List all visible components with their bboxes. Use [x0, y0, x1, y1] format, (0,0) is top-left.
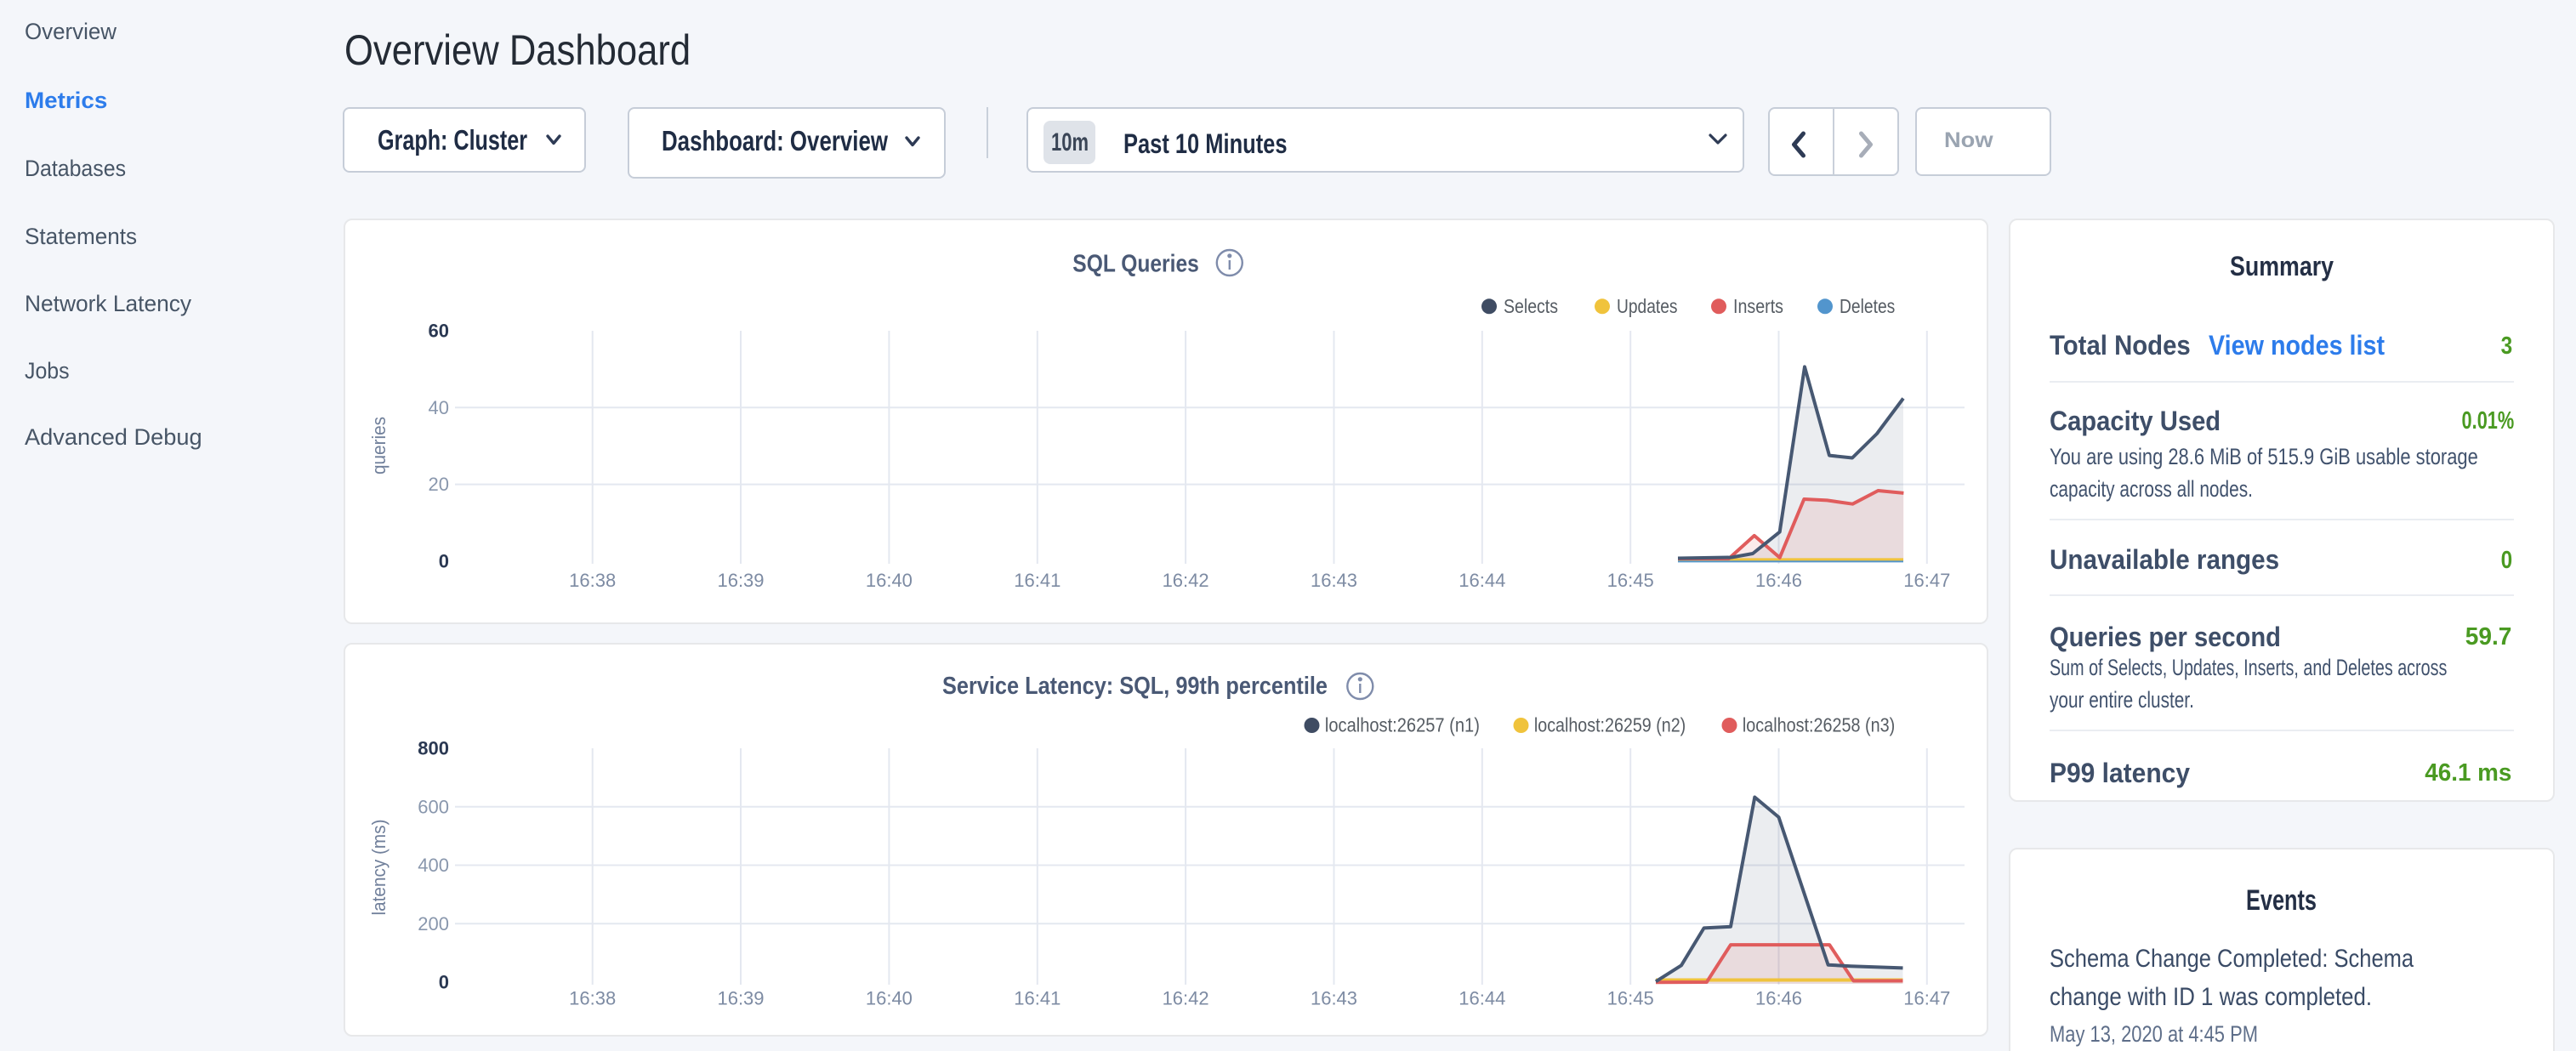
- svg-text:16:45: 16:45: [1607, 570, 1654, 591]
- svg-text:200: 200: [418, 913, 449, 935]
- svg-text:0: 0: [439, 551, 449, 572]
- svg-text:16:38: 16:38: [569, 987, 616, 1008]
- svg-text:Inserts: Inserts: [1733, 295, 1783, 317]
- svg-text:queries: queries: [368, 417, 390, 474]
- svg-text:localhost:26257 (n1): localhost:26257 (n1): [1325, 714, 1480, 736]
- svg-text:16:42: 16:42: [1163, 570, 1209, 591]
- svg-text:600: 600: [418, 796, 449, 817]
- svg-text:16:43: 16:43: [1311, 987, 1357, 1008]
- svg-text:16:44: 16:44: [1459, 570, 1505, 591]
- svg-text:16:46: 16:46: [1755, 570, 1802, 591]
- svg-text:16:44: 16:44: [1459, 987, 1505, 1008]
- svg-text:16:46: 16:46: [1755, 987, 1802, 1008]
- svg-text:localhost:26258 (n3): localhost:26258 (n3): [1743, 714, 1895, 736]
- svg-text:SQL Queries: SQL Queries: [1072, 251, 1199, 278]
- svg-text:16:47: 16:47: [1903, 570, 1950, 591]
- svg-text:latency (ms): latency (ms): [368, 820, 390, 916]
- svg-text:16:38: 16:38: [569, 570, 616, 591]
- svg-text:Selects: Selects: [1504, 295, 1558, 317]
- svg-text:Service Latency: SQL, 99th per: Service Latency: SQL, 99th percentile: [942, 673, 1328, 700]
- svg-text:16:43: 16:43: [1311, 570, 1357, 591]
- svg-text:localhost:26259 (n2): localhost:26259 (n2): [1534, 714, 1686, 736]
- svg-text:16:39: 16:39: [717, 570, 764, 591]
- svg-text:16:41: 16:41: [1014, 987, 1061, 1008]
- svg-text:16:42: 16:42: [1163, 987, 1209, 1008]
- svg-text:40: 40: [429, 397, 449, 418]
- svg-text:16:47: 16:47: [1903, 987, 1950, 1008]
- svg-text:20: 20: [429, 474, 449, 495]
- svg-text:16:40: 16:40: [866, 987, 913, 1008]
- svg-text:0: 0: [439, 972, 449, 993]
- svg-text:16:40: 16:40: [866, 570, 913, 591]
- svg-text:400: 400: [418, 855, 449, 876]
- svg-text:16:41: 16:41: [1014, 570, 1061, 591]
- svg-text:16:45: 16:45: [1607, 987, 1654, 1008]
- svg-text:Updates: Updates: [1617, 295, 1678, 317]
- svg-text:16:39: 16:39: [717, 987, 764, 1008]
- svg-text:Deletes: Deletes: [1840, 295, 1895, 317]
- svg-text:60: 60: [429, 321, 449, 342]
- svg-text:800: 800: [418, 738, 449, 759]
